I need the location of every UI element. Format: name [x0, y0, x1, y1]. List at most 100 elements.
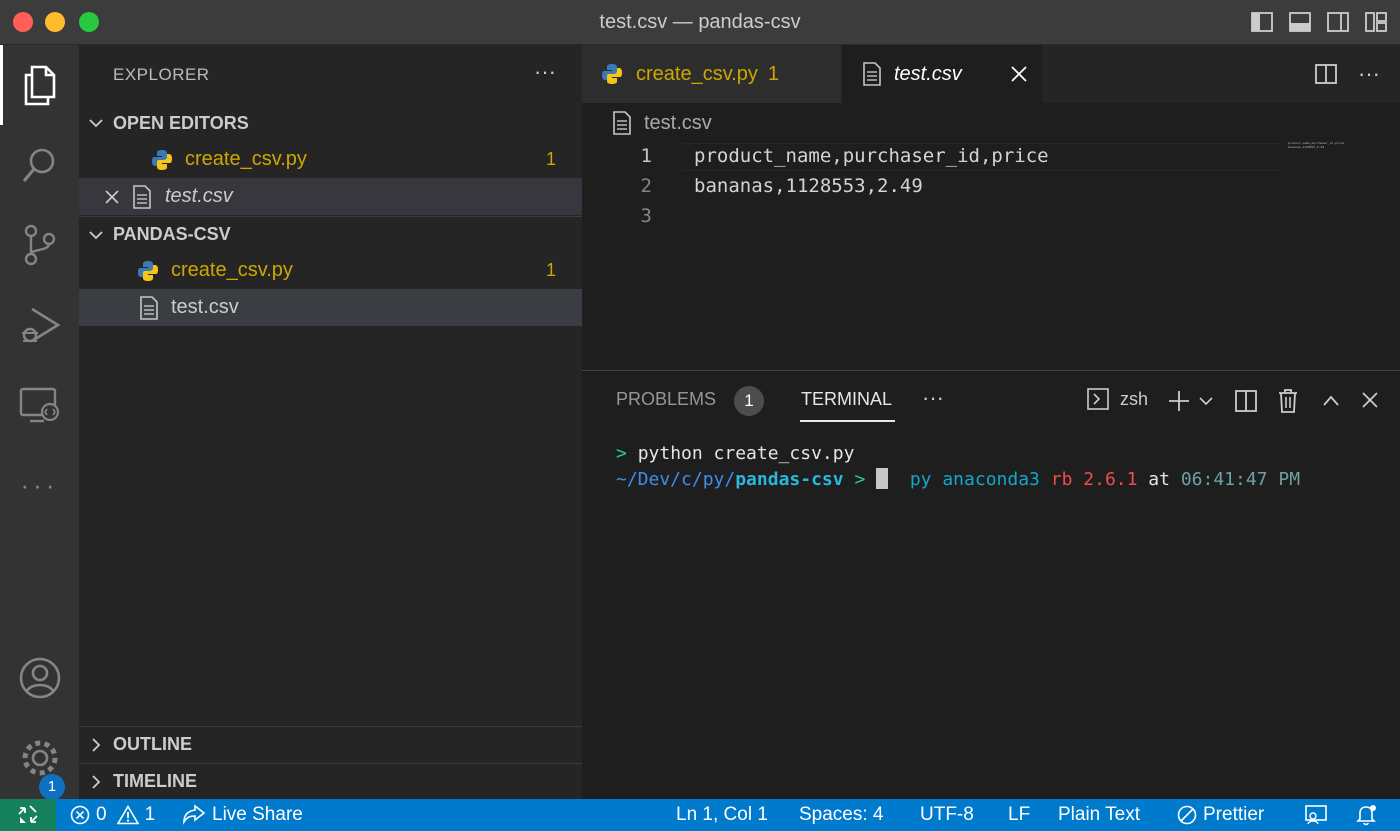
- new-terminal-icon[interactable]: [1167, 389, 1191, 413]
- editor-tabs: create_csv.py 1 test.csv ···: [582, 45, 1400, 103]
- account-icon[interactable]: [0, 638, 79, 718]
- live-share-icon: [182, 804, 206, 826]
- run-debug-icon[interactable]: [0, 285, 79, 365]
- timeline-section-header[interactable]: TIMELINE: [79, 763, 582, 799]
- env-py: py: [909, 469, 932, 490]
- panel-more-button[interactable]: ···: [922, 385, 944, 411]
- search-icon[interactable]: [0, 125, 79, 205]
- editor-more-button[interactable]: ···: [1358, 61, 1380, 87]
- prettier-status[interactable]: Prettier: [1177, 804, 1264, 826]
- warning-icon: [116, 805, 139, 825]
- outline-section-header[interactable]: OUTLINE: [79, 726, 582, 762]
- source-control-icon[interactable]: [0, 205, 79, 285]
- explorer-icon[interactable]: [0, 45, 79, 125]
- tab-label: create_csv.py: [636, 62, 758, 85]
- split-terminal-icon[interactable]: [1234, 389, 1258, 413]
- remote-icon: [17, 804, 39, 826]
- chevron-right-icon: [79, 774, 113, 790]
- python-file-icon: [600, 62, 624, 86]
- chevron-right-icon: [79, 737, 113, 753]
- chevron-down-icon: [79, 227, 113, 243]
- activity-bar: ··· 1: [0, 45, 79, 800]
- terminal-time: 06:41:47 PM: [1180, 469, 1301, 490]
- prohibited-icon: [1177, 805, 1197, 825]
- trash-icon[interactable]: [1276, 388, 1300, 414]
- python-file-icon: [149, 148, 175, 172]
- outline-label: OUTLINE: [113, 734, 192, 754]
- language-mode[interactable]: Plain Text: [1058, 804, 1140, 826]
- gear-icon[interactable]: 1: [0, 718, 79, 800]
- tab-problem-count: 1: [767, 62, 780, 85]
- close-icon[interactable]: [79, 188, 121, 206]
- open-editor-item-create-csv[interactable]: create_csv.py 1: [79, 141, 582, 178]
- more-icon[interactable]: ···: [0, 445, 79, 525]
- problems-count-badge: 1: [734, 386, 764, 416]
- text-file-icon: [612, 111, 632, 135]
- cursor-position[interactable]: Ln 1, Col 1: [676, 804, 768, 826]
- feedback-icon[interactable]: [1304, 804, 1328, 826]
- live-share-button[interactable]: Live Share: [182, 804, 303, 826]
- close-tab-icon[interactable]: [1010, 65, 1028, 83]
- open-editors-label: OPEN EDITORS: [113, 112, 249, 133]
- tab-problems[interactable]: PROBLEMS: [616, 389, 716, 410]
- toggle-panel-icon[interactable]: [1288, 10, 1312, 34]
- file-label: test.csv: [171, 296, 239, 318]
- chevron-down-icon: [79, 115, 113, 131]
- pandas-csv-section-header[interactable]: PANDAS-CSV: [79, 216, 582, 252]
- warning-count: 1: [144, 804, 156, 825]
- tab-test-csv[interactable]: test.csv: [842, 45, 1042, 103]
- minimap[interactable]: product_name,purchaser_id,price bananas,…: [1288, 141, 1344, 149]
- sidebar-more-button[interactable]: ···: [534, 59, 556, 85]
- file-item-test-csv[interactable]: test.csv: [79, 289, 582, 326]
- toggle-secondary-sidebar-icon[interactable]: [1326, 10, 1350, 34]
- line-number: 2: [640, 175, 652, 197]
- text-file-icon: [862, 62, 882, 86]
- toggle-primary-sidebar-icon[interactable]: [1250, 10, 1274, 34]
- notifications-bell-icon[interactable]: [1354, 804, 1378, 826]
- prettier-label: Prettier: [1203, 804, 1265, 825]
- split-editor-icon[interactable]: [1314, 62, 1338, 86]
- problem-count: 1: [545, 149, 556, 169]
- chevron-down-icon[interactable]: [1198, 393, 1214, 409]
- window-title: test.csv — pandas-csv: [599, 11, 801, 33]
- folder-label: PANDAS-CSV: [113, 224, 231, 244]
- error-count: 0: [96, 804, 107, 825]
- code-line[interactable]: product_name,purchaser_id,price: [694, 145, 1049, 167]
- code-editor[interactable]: 1 product_name,purchaser_id,price 2 bana…: [582, 141, 1400, 370]
- terminal-shell-selector[interactable]: zsh: [1086, 387, 1148, 411]
- terminal-icon: [1086, 387, 1110, 411]
- title-bar: test.csv — pandas-csv: [0, 0, 1400, 45]
- customize-layout-icon[interactable]: [1364, 10, 1388, 34]
- breadcrumb-item[interactable]: test.csv: [644, 112, 712, 135]
- maximize-panel-icon[interactable]: [1322, 392, 1340, 410]
- file-item-create-csv[interactable]: create_csv.py 1: [79, 252, 582, 289]
- terminal-command: python create_csv.py: [637, 443, 855, 464]
- remote-explorer-icon[interactable]: [0, 365, 79, 445]
- python-file-icon: [135, 259, 161, 283]
- problems-status[interactable]: 0 1: [70, 804, 155, 826]
- env-name: anaconda3: [942, 469, 1040, 490]
- rb-version: 2.6.1: [1083, 469, 1138, 490]
- open-editor-label: test.csv: [165, 185, 233, 207]
- open-editors-section-header[interactable]: OPEN EDITORS: [79, 105, 582, 141]
- at-label: at: [1148, 469, 1170, 490]
- terminal-line[interactable]: > python create_csv.py: [616, 443, 854, 464]
- indentation[interactable]: Spaces: 4: [799, 804, 884, 826]
- open-editor-label: create_csv.py: [185, 148, 307, 170]
- open-editor-item-test-csv[interactable]: test.csv: [79, 178, 582, 215]
- encoding[interactable]: UTF-8: [920, 804, 974, 826]
- remote-indicator[interactable]: [0, 799, 56, 831]
- close-panel-icon[interactable]: [1361, 391, 1379, 409]
- terminal-path-dir: pandas-csv: [735, 469, 844, 490]
- shell-name: zsh: [1120, 388, 1149, 409]
- code-line[interactable]: bananas,1128553,2.49: [694, 175, 923, 197]
- file-label: create_csv.py: [171, 259, 293, 281]
- terminal-cursor: [876, 468, 889, 489]
- end-of-line[interactable]: LF: [1008, 804, 1030, 826]
- tab-terminal[interactable]: TERMINAL: [801, 389, 892, 410]
- prompt-symbol: >: [616, 443, 627, 464]
- terminal-path-prefix: ~/Dev/c/py/: [616, 469, 736, 490]
- tab-create-csv[interactable]: create_csv.py 1: [582, 45, 842, 103]
- sidebar-title: EXPLORER: [113, 65, 210, 84]
- terminal-line[interactable]: ~/Dev/c/py/pandas-csv > py anaconda3 rb …: [616, 468, 1300, 490]
